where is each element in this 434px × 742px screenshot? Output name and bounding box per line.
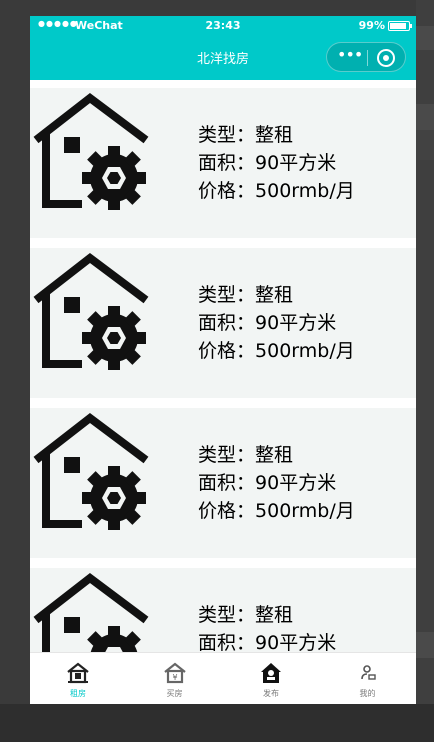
house-settings-icon (30, 572, 152, 652)
type-value: 整租 (255, 444, 294, 466)
type-label: 类型： (198, 604, 256, 626)
tab-label: 发布 (263, 689, 279, 698)
house-publish-icon (259, 661, 283, 685)
tab-mine[interactable]: 我的 (320, 653, 416, 704)
type-label: 类型： (198, 124, 256, 146)
area-label: 面积： (198, 472, 256, 494)
price-row: 价格：500rmb/月 (198, 337, 355, 365)
tab-label: 我的 (359, 689, 376, 698)
house-settings-icon (30, 412, 152, 532)
listing-card[interactable]: 类型：整租 面积：90平方米 价格：500rmb/月 (30, 568, 416, 652)
more-icon[interactable]: ••• (337, 47, 363, 65)
status-bar: ●●●●● WeChat 23:43 99% (30, 16, 416, 36)
side-panel-block (416, 130, 434, 160)
side-panel-block (416, 632, 434, 658)
capsule-divider (367, 50, 368, 66)
type-row: 类型：整租 (198, 601, 355, 629)
type-value: 整租 (255, 124, 294, 146)
navigation-bar: 北洋找房 ••• (30, 36, 416, 80)
type-value: 整租 (255, 284, 294, 306)
svg-text:¥: ¥ (172, 673, 177, 682)
price-value: 500rmb/月 (255, 500, 355, 522)
area-row: 面积：90平方米 (198, 149, 355, 177)
tab-label: 租房 (70, 689, 86, 698)
close-miniprogram-icon[interactable] (377, 49, 395, 67)
area-label: 面积： (198, 632, 256, 652)
type-label: 类型： (198, 284, 256, 306)
house-settings-icon (30, 92, 152, 212)
listing-card[interactable]: 类型：整租 面积：90平方米 价格：500rmb/月 (30, 408, 416, 558)
user-icon (356, 661, 380, 685)
type-row: 类型：整租 (198, 281, 355, 309)
listing-card[interactable]: 类型：整租 面积：90平方米 价格：500rmb/月 (30, 88, 416, 238)
house-settings-icon (30, 252, 152, 372)
house-buy-icon: ¥ (163, 661, 187, 685)
side-panel-block (416, 104, 434, 130)
battery-percent: 99% (358, 19, 385, 32)
listing-card[interactable]: 类型：整租 面积：90平方米 价格：500rmb/月 (30, 248, 416, 398)
area-value: 90平方米 (255, 472, 337, 494)
listing-info: 类型：整租 面积：90平方米 价格：500rmb/月 (198, 601, 355, 652)
listing-info: 类型：整租 面积：90平方米 价格：500rmb/月 (198, 441, 355, 525)
area-label: 面积： (198, 152, 256, 174)
price-label: 价格： (198, 180, 256, 202)
price-label: 价格： (198, 500, 256, 522)
type-label: 类型： (198, 444, 256, 466)
tab-buy[interactable]: ¥ 买房 (127, 653, 223, 704)
type-value: 整租 (255, 604, 294, 626)
miniprogram-capsule: ••• (326, 42, 406, 72)
devtools-bottom-area (0, 704, 434, 742)
area-value: 90平方米 (255, 632, 337, 652)
listing-info: 类型：整租 面积：90平方米 价格：500rmb/月 (198, 121, 355, 205)
price-label: 价格： (198, 340, 256, 362)
devtools-side-strip (416, 0, 434, 742)
listing-list[interactable]: 类型：整租 面积：90平方米 价格：500rmb/月 类型：整租 面积：90平方… (30, 80, 416, 652)
tab-label: 买房 (166, 689, 183, 698)
area-value: 90平方米 (255, 312, 337, 334)
price-row: 价格：500rmb/月 (198, 497, 355, 525)
area-row: 面积：90平方米 (198, 309, 355, 337)
type-row: 类型：整租 (198, 121, 355, 149)
listing-info: 类型：整租 面积：90平方米 价格：500rmb/月 (198, 281, 355, 365)
area-label: 面积： (198, 312, 256, 334)
battery-icon (388, 21, 412, 31)
price-value: 500rmb/月 (255, 180, 355, 202)
price-row: 价格：500rmb/月 (198, 177, 355, 205)
price-value: 500rmb/月 (255, 340, 355, 362)
tab-rent[interactable]: 租房 (30, 653, 126, 704)
tab-publish[interactable]: 发布 (223, 653, 319, 704)
type-row: 类型：整租 (198, 441, 355, 469)
side-panel-block (416, 26, 434, 50)
tab-bar: 租房 ¥ 买房 发布 我的 (30, 652, 416, 704)
area-row: 面积：90平方米 (198, 629, 355, 652)
area-row: 面积：90平方米 (198, 469, 355, 497)
phone-simulator: ●●●●● WeChat 23:43 99% 北洋找房 ••• 类型：整租 面积… (30, 16, 416, 704)
area-value: 90平方米 (255, 152, 337, 174)
house-rent-icon (66, 661, 90, 685)
